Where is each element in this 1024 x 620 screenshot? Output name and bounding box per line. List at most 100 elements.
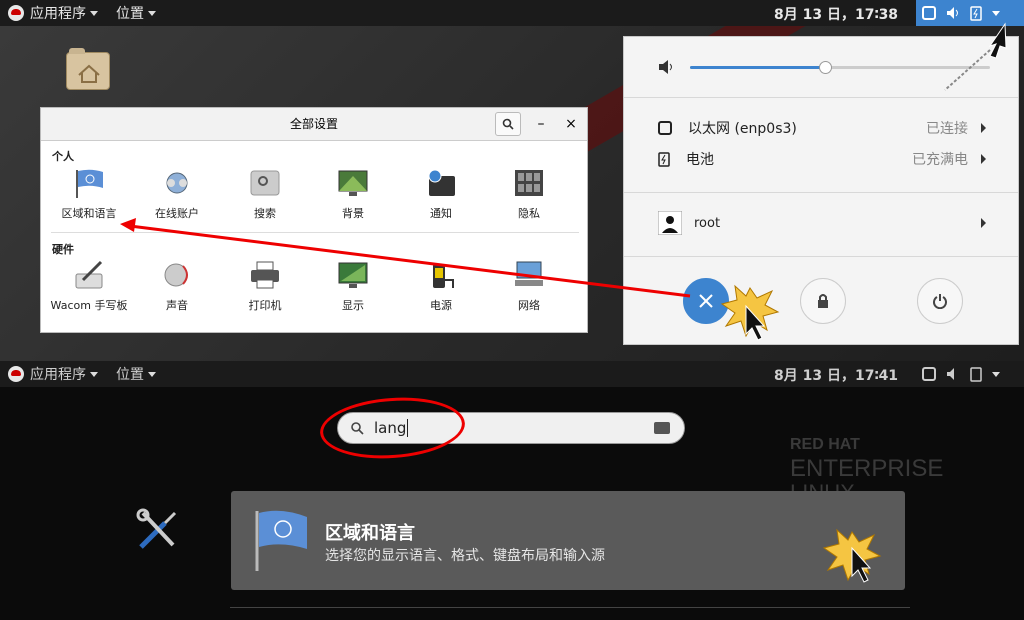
redhat-logo-icon	[8, 366, 24, 382]
lock-button[interactable]	[800, 278, 846, 324]
settings-search-button[interactable]	[495, 112, 521, 136]
annotation-ellipse	[318, 393, 467, 463]
battery-icon	[970, 6, 982, 21]
menu-separator	[624, 256, 1018, 257]
settings-item-label: 声音	[166, 299, 188, 312]
background-icon	[338, 170, 368, 196]
settings-item-region-language[interactable]: 区域和语言	[49, 168, 129, 221]
volume-icon	[659, 60, 672, 74]
settings-item-network[interactable]: 网络	[489, 260, 569, 313]
result-description: 选择您的显示语言、格式、键盘布局和输入源	[325, 548, 605, 564]
top-bar-menus: 应用程序 位置	[8, 3, 174, 23]
section-personal: 个人	[52, 150, 74, 163]
redhat-logo-icon	[8, 5, 24, 21]
display-icon	[338, 262, 368, 288]
settings-button[interactable]	[683, 278, 729, 324]
volume-slider-knob[interactable]	[819, 61, 832, 74]
flag-icon	[76, 169, 103, 198]
chevron-down-icon	[90, 10, 98, 16]
settings-item-online-accounts[interactable]: 在线账户	[137, 168, 217, 221]
search-icon	[502, 118, 514, 130]
settings-item-label: 在线账户	[155, 207, 199, 220]
settings-item-background[interactable]: 背景	[313, 168, 393, 221]
section-divider	[51, 232, 579, 233]
chevron-down-icon	[992, 10, 1000, 16]
system-tray[interactable]	[916, 361, 1024, 387]
settings-item-label: 背景	[342, 207, 364, 220]
chevron-down-icon	[148, 10, 156, 16]
network-label: 以太网 (enp0s3)	[688, 121, 797, 137]
settings-item-sound[interactable]: 声音	[137, 260, 217, 313]
settings-item-label: 区域和语言	[61, 207, 117, 220]
network-icon	[658, 121, 672, 135]
minimize-button[interactable]: –	[533, 108, 549, 141]
settings-item-wacom[interactable]: Wacom 手写板	[49, 260, 129, 313]
applications-menu[interactable]: 应用程序	[30, 364, 98, 384]
power-off-button[interactable]	[917, 278, 963, 324]
settings-item-label: 电源	[430, 299, 452, 312]
settings-item-displays[interactable]: 显示	[313, 260, 393, 313]
settings-item-printers[interactable]: 打印机	[225, 260, 305, 313]
battery-label: 电池	[686, 152, 714, 168]
network-icon	[515, 261, 543, 286]
chevron-down-icon	[992, 371, 1000, 377]
menu-separator	[624, 192, 1018, 193]
settings-item-label: 通知	[430, 207, 452, 220]
chevron-right-icon	[981, 218, 986, 228]
close-button[interactable]: ×	[563, 108, 579, 141]
settings-item-privacy[interactable]: 隐私	[489, 168, 569, 221]
chevron-right-icon	[981, 123, 986, 133]
result-title: 区域和语言	[325, 523, 415, 544]
overview-divider	[230, 607, 910, 608]
places-menu[interactable]: 位置	[116, 364, 156, 384]
settings-item-search[interactable]: 搜索	[225, 168, 305, 221]
top-bar: 应用程序 位置 8月 13 日，17∶38	[0, 0, 1024, 26]
menu-item-battery[interactable]: 电池 已充满电	[658, 148, 998, 170]
power-icon	[933, 294, 947, 309]
lock-icon	[818, 294, 828, 308]
brand-line-1: RED HAT	[790, 436, 860, 453]
settings-item-label: 搜索	[254, 207, 276, 220]
volume-slider[interactable]	[690, 61, 990, 74]
places-menu[interactable]: 位置	[116, 3, 156, 23]
online-accounts-icon	[166, 172, 188, 194]
activities-overview: lang RED HAT ENTERPRISE LINUX 区域和语言 选择您的…	[0, 387, 1024, 620]
sound-icon	[164, 263, 188, 287]
menu-separator	[624, 97, 1018, 98]
settings-titlebar: 全部设置 – ×	[41, 108, 587, 141]
network-icon	[922, 367, 936, 381]
search-result-region-language[interactable]: 区域和语言 选择您的显示语言、格式、键盘布局和输入源	[231, 491, 905, 590]
applications-menu-label: 应用程序	[30, 367, 86, 383]
settings-tools-icon	[699, 294, 713, 308]
power-icon	[433, 264, 454, 288]
settings-item-power[interactable]: 电源	[401, 260, 481, 313]
user-avatar-icon	[658, 211, 682, 235]
clock[interactable]: 8月 13 日，17∶38	[774, 4, 898, 24]
privacy-icon	[515, 170, 543, 196]
settings-item-label: 显示	[342, 299, 364, 312]
home-icon	[78, 64, 100, 83]
section-hardware: 硬件	[52, 243, 74, 256]
volume-icon	[947, 7, 958, 19]
wacom-tablet-icon	[75, 260, 103, 289]
system-tray[interactable]	[916, 0, 1024, 26]
user-label: root	[694, 215, 721, 231]
menu-item-network[interactable]: 以太网 (enp0s3) 已连接	[658, 117, 998, 139]
settings-item-label: 隐私	[518, 207, 540, 220]
top-bar-menus: 应用程序 位置	[8, 364, 174, 384]
volume-icon	[947, 368, 954, 380]
chevron-right-icon	[981, 154, 986, 164]
home-folder-icon[interactable]	[66, 48, 110, 90]
applications-menu[interactable]: 应用程序	[30, 3, 98, 23]
clock[interactable]: 8月 13 日，17∶41	[774, 365, 898, 385]
brand-line-2: ENTERPRISE	[790, 455, 944, 482]
settings-app-icon[interactable]	[135, 507, 181, 553]
menu-item-user[interactable]: root	[658, 211, 998, 235]
settings-item-label: 网络	[518, 299, 540, 312]
chevron-down-icon	[90, 371, 98, 377]
battery-status: 已充满电	[912, 152, 968, 168]
clear-icon[interactable]	[654, 422, 670, 434]
settings-title: 全部设置	[289, 117, 338, 131]
settings-item-label: 打印机	[248, 299, 282, 312]
settings-item-notifications[interactable]: 通知	[401, 168, 481, 221]
